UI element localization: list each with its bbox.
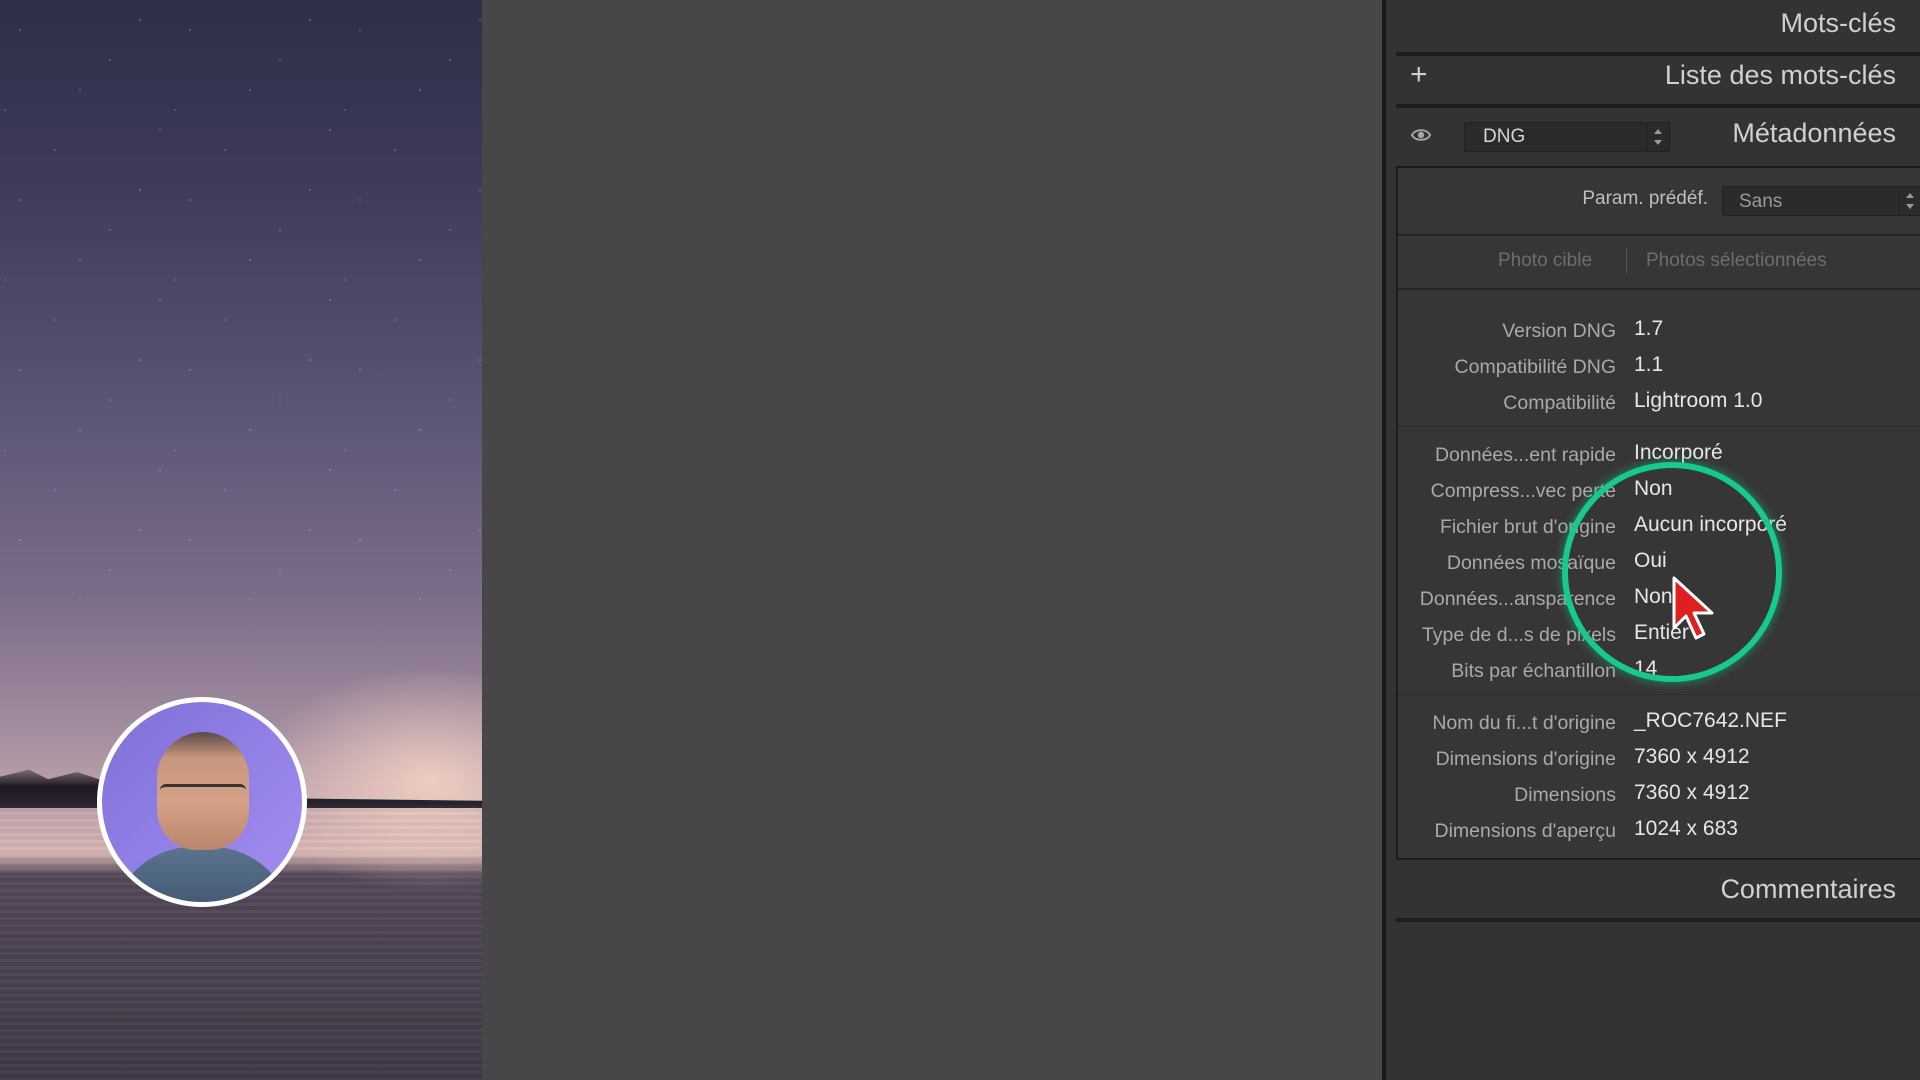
preset-value: Sans <box>1739 191 1783 212</box>
metadata-label: Nom du fi...t d'origine <box>1432 712 1616 734</box>
preset-select[interactable]: Sans <box>1722 186 1920 216</box>
tab-selected-photos[interactable]: Photos sélectionnées <box>1646 250 1827 272</box>
webcam-avatar <box>97 697 307 907</box>
metadata-row: Compatibilité Lightroom 1.0 <box>1398 384 1920 420</box>
preset-label: Param. prédéf. <box>1582 188 1708 209</box>
metadata-row: Nom du fi...t d'origine _ROC7642.NEF <box>1398 704 1920 740</box>
section-divider <box>1398 426 1920 427</box>
metadata-label: Dimensions d'origine <box>1435 748 1616 770</box>
metadata-label: Dimensions d'aperçu <box>1434 820 1616 842</box>
metadata-value[interactable]: _ROC7642.NEF <box>1634 709 1787 733</box>
metadata-value[interactable]: 7360 x 4912 <box>1634 781 1750 805</box>
keyword-list-panel-header[interactable]: + Liste des mots-clés <box>1396 52 1920 108</box>
cursor-icon <box>1672 576 1714 640</box>
metadata-value[interactable]: 1.1 <box>1634 353 1663 377</box>
eye-icon[interactable] <box>1410 124 1432 146</box>
metadata-label: Dimensions <box>1514 784 1616 806</box>
metadata-label: Version DNG <box>1502 320 1616 342</box>
photo-scope-tabs: Photo cible Photos sélectionnées <box>1398 236 1920 290</box>
avatar-shirt <box>112 847 292 902</box>
metadata-row: Dimensions d'origine 7360 x 4912 <box>1398 740 1920 776</box>
metadata-label: Données...ent rapide <box>1434 444 1616 466</box>
avatar-glasses <box>160 784 246 807</box>
comments-panel-header[interactable]: Commentaires <box>1396 866 1920 922</box>
select-arrows-icon <box>1646 123 1669 151</box>
metadata-label: Compatibilité <box>1503 392 1616 414</box>
metadata-title: Métadonnées <box>1732 118 1896 148</box>
select-arrows-icon <box>1898 187 1920 215</box>
keywords-panel-header[interactable]: Mots-clés <box>1396 0 1920 56</box>
plus-icon[interactable]: + <box>1410 58 1428 92</box>
metadata-value[interactable]: 7360 x 4912 <box>1634 745 1750 769</box>
metadata-set-value: DNG <box>1483 126 1526 147</box>
metadata-value[interactable]: Lightroom 1.0 <box>1634 389 1762 413</box>
metadata-row: Compatibilité DNG 1.1 <box>1398 348 1920 384</box>
preset-row: Param. prédéf. Sans <box>1398 168 1920 236</box>
tab-separator <box>1626 248 1627 274</box>
metadata-panel-header[interactable]: DNG Métadonnées <box>1396 110 1920 162</box>
metadata-set-select[interactable]: DNG <box>1464 122 1670 152</box>
metadata-value[interactable]: 1.7 <box>1634 317 1663 341</box>
section-divider <box>1398 694 1920 695</box>
metadata-label: Compatibilité DNG <box>1454 356 1616 378</box>
highlight-ring <box>1562 462 1782 682</box>
metadata-row: Dimensions 7360 x 4912 <box>1398 776 1920 812</box>
star-field <box>0 0 482 600</box>
keywords-title: Mots-clés <box>1780 8 1896 38</box>
photo-preview <box>0 0 482 1080</box>
metadata-row: Dimensions d'aperçu 1024 x 683 <box>1398 812 1920 848</box>
keyword-list-title: Liste des mots-clés <box>1664 60 1896 90</box>
metadata-row: Version DNG 1.7 <box>1398 312 1920 348</box>
metadata-label: Bits par échantillon <box>1451 660 1616 682</box>
loupe-view <box>482 0 1382 1080</box>
tab-target-photo[interactable]: Photo cible <box>1498 250 1592 272</box>
comments-title: Commentaires <box>1720 874 1896 904</box>
metadata-value[interactable]: 1024 x 683 <box>1634 817 1738 841</box>
